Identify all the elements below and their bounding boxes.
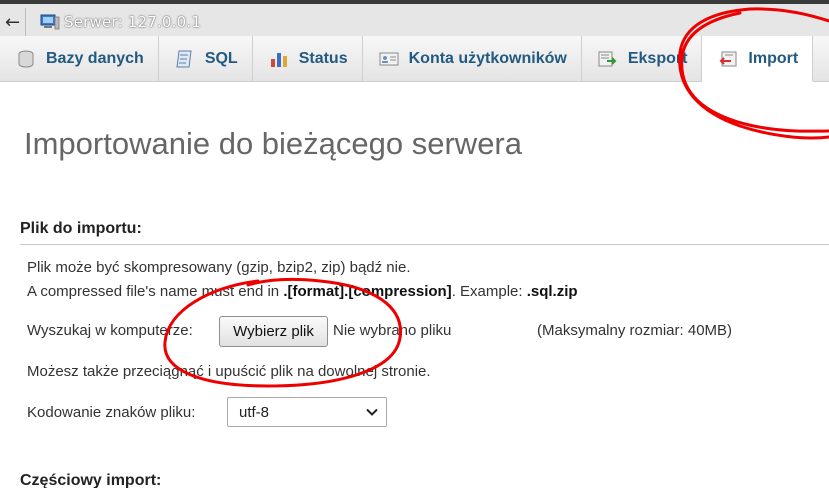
top-bar: ← Serwer: 127.0.0.1 [0, 0, 829, 36]
breadcrumb[interactable]: Serwer: 127.0.0.1 [40, 13, 201, 31]
import-icon [720, 51, 737, 66]
status-chart-icon [270, 53, 287, 67]
tab-databases[interactable]: Bazy danych [0, 36, 159, 82]
filename-note-mid: . Example: [451, 283, 527, 300]
tab-import[interactable]: Import [702, 36, 814, 82]
drag-drop-note: Możesz także przeciągnąć i upuścić plik … [27, 363, 431, 380]
database-icon [18, 50, 34, 68]
user-accounts-icon [379, 52, 399, 66]
left-arrow-icon: ← [4, 11, 21, 33]
encoding-label: Kodowanie znaków pliku: [27, 404, 196, 421]
filename-note-format: .[format].[compression] [283, 283, 452, 300]
back-button[interactable]: ← [0, 8, 26, 36]
browse-label: Wyszukaj w komputerze: [27, 322, 193, 339]
tab-sql-label: SQL [204, 50, 238, 67]
partial-import-heading: Częściowy import: [20, 472, 162, 488]
max-size-text: (Maksymalny rozmiar: 40MB) [537, 322, 733, 339]
choose-file-button[interactable]: Wybierz plik [219, 316, 328, 347]
breadcrumb-server[interactable]: Serwer: 127.0.0.1 [64, 13, 201, 31]
server-icon [40, 14, 60, 30]
sql-icon [176, 50, 192, 68]
file-section-heading: Plik do importu: [20, 220, 829, 245]
main-tabs: Bazy danych SQL Status Konta użytkownikó… [0, 36, 829, 82]
export-icon [598, 51, 617, 67]
filename-note-prefix: A compressed file's name must end in [27, 283, 284, 300]
filename-note: A compressed file's name must end in .[f… [27, 283, 578, 300]
tab-export-label: Eksport [627, 50, 688, 67]
tab-import-label: Import [748, 49, 799, 67]
tab-status-label: Status [298, 50, 348, 67]
tab-databases-label: Bazy danych [46, 50, 144, 67]
chevron-down-icon [366, 408, 378, 416]
tab-user-accounts[interactable]: Konta użytkowników [363, 36, 582, 82]
no-file-text: Nie wybrano pliku [333, 322, 452, 339]
encoding-select[interactable]: utf-8 [227, 397, 387, 427]
compression-note: Plik może być skompresowany (gzip, bzip2… [27, 259, 411, 276]
tab-status[interactable]: Status [253, 36, 363, 82]
tab-user-accounts-label: Konta użytkowników [408, 50, 567, 67]
page-title: Importowanie do bieżącego serwera [24, 126, 522, 161]
encoding-select-value: utf-8 [239, 403, 270, 421]
filename-note-example: .sql.zip [526, 283, 578, 300]
tab-export[interactable]: Eksport [582, 36, 703, 82]
tab-sql[interactable]: SQL [159, 36, 253, 82]
